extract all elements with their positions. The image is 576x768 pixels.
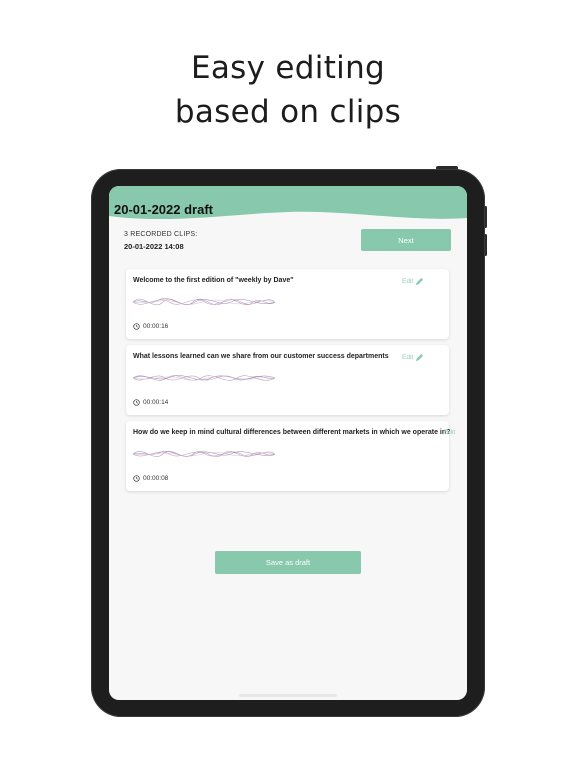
clip-question: Welcome to the first edition of "weekly … [133,277,294,284]
clip-question: How do we keep in mind cultural differen… [133,429,451,436]
edit-label: Edit [402,278,414,285]
clip-edit-button[interactable]: Edit [444,429,455,436]
pencil-icon [416,277,424,286]
clip-waveform [133,451,275,457]
clip-question: What lessons learned can we share from o… [133,353,389,360]
clock-icon [133,475,140,482]
edit-label: Edit [402,354,414,361]
edit-label: Edit [444,429,456,436]
clip-edit-button[interactable]: Edit [402,277,424,286]
recorded-clips-label: 3 RECORDED CLIPS: [124,231,198,238]
recorded-clips-date: 20-01-2022 14:08 [124,242,184,251]
home-indicator [239,694,337,697]
clip-card[interactable]: What lessons learned can we share from o… [126,345,449,415]
clip-duration: 00:00:08 [133,475,168,482]
draft-title: 20-01-2022 draft [114,202,213,217]
clock-icon [133,323,140,330]
clip-waveform [133,298,275,306]
app-screen: 20-01-2022 draft 3 RECORDED CLIPS: 20-01… [109,186,467,700]
clip-duration: 00:00:14 [133,399,168,406]
headline-line-1: Easy editing [191,50,385,86]
pencil-icon [416,353,424,362]
clock-icon [133,399,140,406]
clip-card[interactable]: How do we keep in mind cultural differen… [126,421,455,491]
clip-card[interactable]: Welcome to the first edition of "weekly … [126,269,449,339]
save-as-draft-button[interactable]: Save as draft [215,551,361,574]
clip-waveform [133,375,275,381]
clip-duration: 00:00:16 [133,323,168,330]
clip-duration-text: 00:00:14 [143,399,169,406]
headline-line-2: based on clips [174,94,402,130]
clip-duration-text: 00:00:08 [143,475,169,482]
promo-headline: Easy editing based on clips [0,46,576,134]
clip-duration-text: 00:00:16 [143,323,169,330]
next-button[interactable]: Next [361,229,451,251]
clip-edit-button[interactable]: Edit [402,353,424,362]
